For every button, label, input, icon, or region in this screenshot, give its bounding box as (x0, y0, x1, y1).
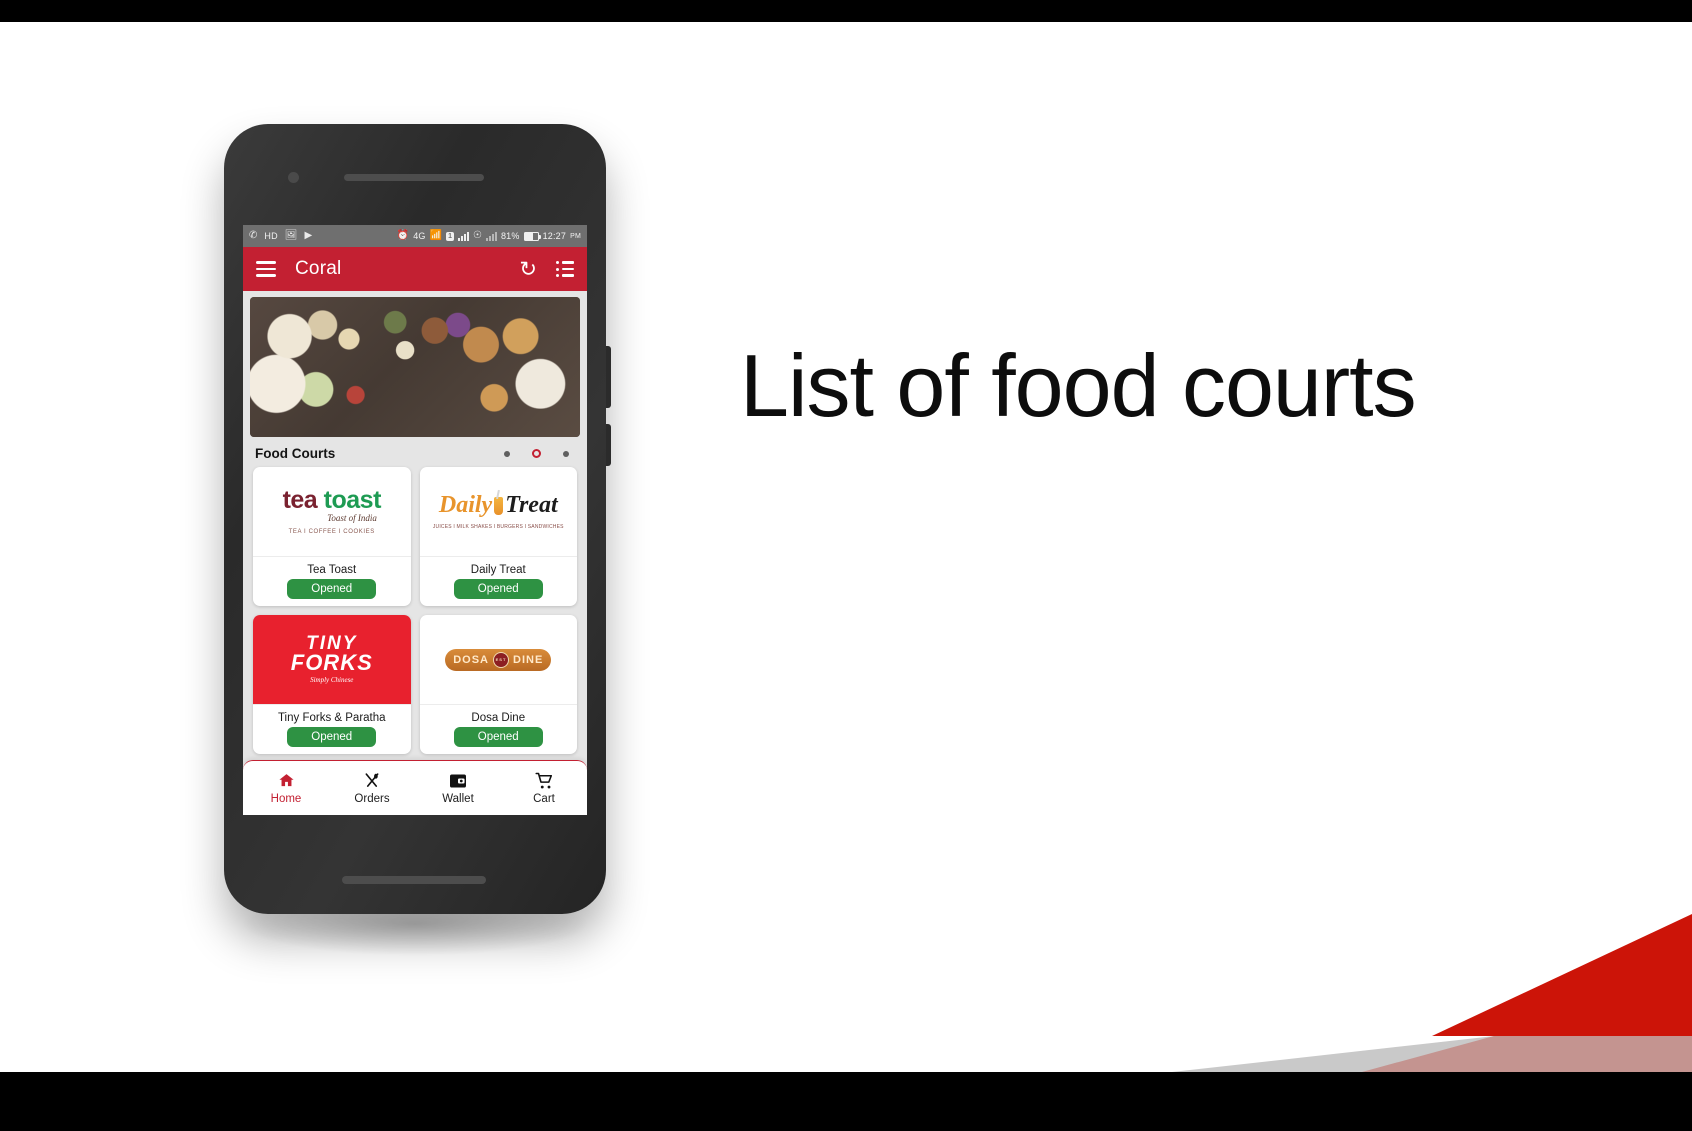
carousel-dot-1[interactable] (504, 450, 510, 457)
food-court-name: Dosa Dine (471, 712, 526, 724)
nav-item-home[interactable]: Home (243, 761, 329, 815)
dosa-dine-logo: DOSA EST DINE (419, 615, 577, 705)
logo-seal-icon: EST (493, 651, 509, 668)
status-badge[interactable]: Opened (287, 727, 377, 747)
logo-subline: TEA I COFFEE I COOKIES (288, 529, 375, 535)
carousel-dots[interactable] (504, 449, 575, 458)
earpiece-speaker (344, 174, 484, 181)
front-camera-icon (288, 172, 299, 183)
logo-word-1: tea (282, 486, 318, 514)
status-bar: ✆ HD 🖼 ▶ ⏰ 4G 📶 1 ☉ 81% 12:27 PM (243, 225, 587, 247)
whatsapp-icon: ✆ (249, 230, 258, 241)
status-badge[interactable]: Opened (453, 727, 543, 747)
logo-subline: JUICES I MILK SHAKES I BURGERS I SANDWIC… (432, 524, 564, 530)
cart-icon (534, 771, 554, 790)
power-button[interactable] (606, 424, 611, 466)
slide-canvas: List of food courts ✆ HD 🖼 ▶ ⏰ 4G 📶 1 ☉ … (0, 22, 1692, 1072)
section-header-row: Food Courts (243, 437, 587, 467)
clock-label: 12:27 (542, 231, 567, 241)
nav-label: Cart (533, 793, 555, 805)
daily-treat-logo: Daily Treat JUICES I MILK SHAKES I BURGER… (419, 467, 577, 557)
logo-word-1: DOSA (453, 653, 489, 666)
carousel-dot-3[interactable] (563, 450, 569, 457)
section-title: Food Courts (255, 446, 336, 461)
gallery-icon: 🖼 (284, 230, 298, 241)
battery-icon (523, 231, 541, 241)
status-bar-left: ✆ HD 🖼 ▶ (249, 230, 313, 242)
nav-item-cart[interactable]: Cart (501, 761, 587, 815)
logo-word-1: Daily (438, 492, 493, 518)
food-court-name: Daily Treat (470, 564, 526, 576)
home-icon (277, 771, 296, 790)
nav-label: Orders (354, 793, 390, 805)
food-court-card[interactable]: DOSA EST DINE Dosa Dine Opened (419, 615, 577, 754)
hd-icon: HD (264, 231, 278, 241)
logo-tagline: Toast of India (327, 513, 377, 523)
logo-tagline: Simply Chinese (310, 676, 354, 685)
food-court-card[interactable]: tea toast Toast of India TEA I COFFEE I … (253, 467, 411, 606)
food-court-name: Tea Toast (307, 564, 357, 576)
nav-label: Home (270, 793, 302, 805)
tea-toast-logo: tea toast Toast of India TEA I COFFEE I … (253, 467, 411, 557)
list-view-icon[interactable] (556, 261, 574, 277)
food-platter-photo (250, 297, 580, 437)
app-bar: Coral ↻ (243, 247, 587, 291)
carousel-dot-2[interactable] (532, 449, 541, 458)
screen-body[interactable]: Food Courts tea toast Toast of India TEA… (243, 291, 587, 815)
tiny-forks-logo: TINY FORKS Simply Chinese (253, 615, 411, 705)
alarm-icon: ⏰ (396, 230, 410, 241)
food-court-card[interactable]: TINY FORKS Simply Chinese Tiny Forks & P… (253, 615, 411, 754)
signal-strength-icon-2 (485, 231, 497, 241)
nav-item-wallet[interactable]: Wallet (415, 761, 501, 815)
slide-heading: List of food courts (740, 336, 1417, 435)
decorative-red-triangle (1432, 914, 1692, 1036)
second-sim-icon: ☉ (472, 230, 482, 241)
volume-button[interactable] (606, 346, 611, 408)
bottom-speaker (342, 876, 486, 884)
slide-stage: List of food courts ✆ HD 🖼 ▶ ⏰ 4G 📶 1 ☉ … (0, 0, 1692, 1131)
food-court-grid: tea toast Toast of India TEA I COFFEE I … (243, 467, 587, 754)
signal-strength-icon (457, 231, 469, 241)
logo-word-2: Treat (505, 492, 558, 518)
status-bar-right: ⏰ 4G 📶 1 ☉ 81% 12:27 PM (397, 231, 581, 241)
logo-word-2: FORKS (290, 649, 373, 675)
logo-word-2: DINE (513, 653, 544, 666)
juice-cup-icon (494, 497, 504, 515)
phone-screen: ✆ HD 🖼 ▶ ⏰ 4G 📶 1 ☉ 81% 12:27 PM Coral ↻… (243, 225, 587, 815)
refresh-icon[interactable]: ↻ (519, 259, 537, 280)
volte-icon: 📶 (429, 230, 443, 241)
hero-banner-image[interactable] (250, 297, 580, 437)
network-type-label: 4G (413, 231, 426, 241)
app-bar-actions: ↻ (519, 259, 574, 280)
cutlery-icon (363, 771, 381, 790)
battery-percent-label: 81% (500, 231, 520, 241)
logo-word-2: toast (323, 486, 382, 514)
wallet-icon (449, 771, 467, 790)
food-court-name: Tiny Forks & Paratha (277, 712, 386, 724)
phone-mockup: ✆ HD 🖼 ▶ ⏰ 4G 📶 1 ☉ 81% 12:27 PM Coral ↻… (224, 124, 611, 914)
bottom-navigation-bar: Home Orders Wallet Cart (243, 760, 587, 815)
sim-slot-badge: 1 (446, 231, 454, 241)
play-store-icon: ▶ (304, 230, 313, 241)
app-title: Coral (295, 258, 342, 279)
status-badge[interactable]: Opened (287, 579, 377, 599)
food-court-card[interactable]: Daily Treat JUICES I MILK SHAKES I BURGER… (419, 467, 577, 606)
status-badge[interactable]: Opened (453, 579, 543, 599)
nav-item-orders[interactable]: Orders (329, 761, 415, 815)
hamburger-icon[interactable] (256, 257, 276, 280)
clock-meridiem: PM (570, 232, 581, 240)
nav-label: Wallet (442, 793, 474, 805)
